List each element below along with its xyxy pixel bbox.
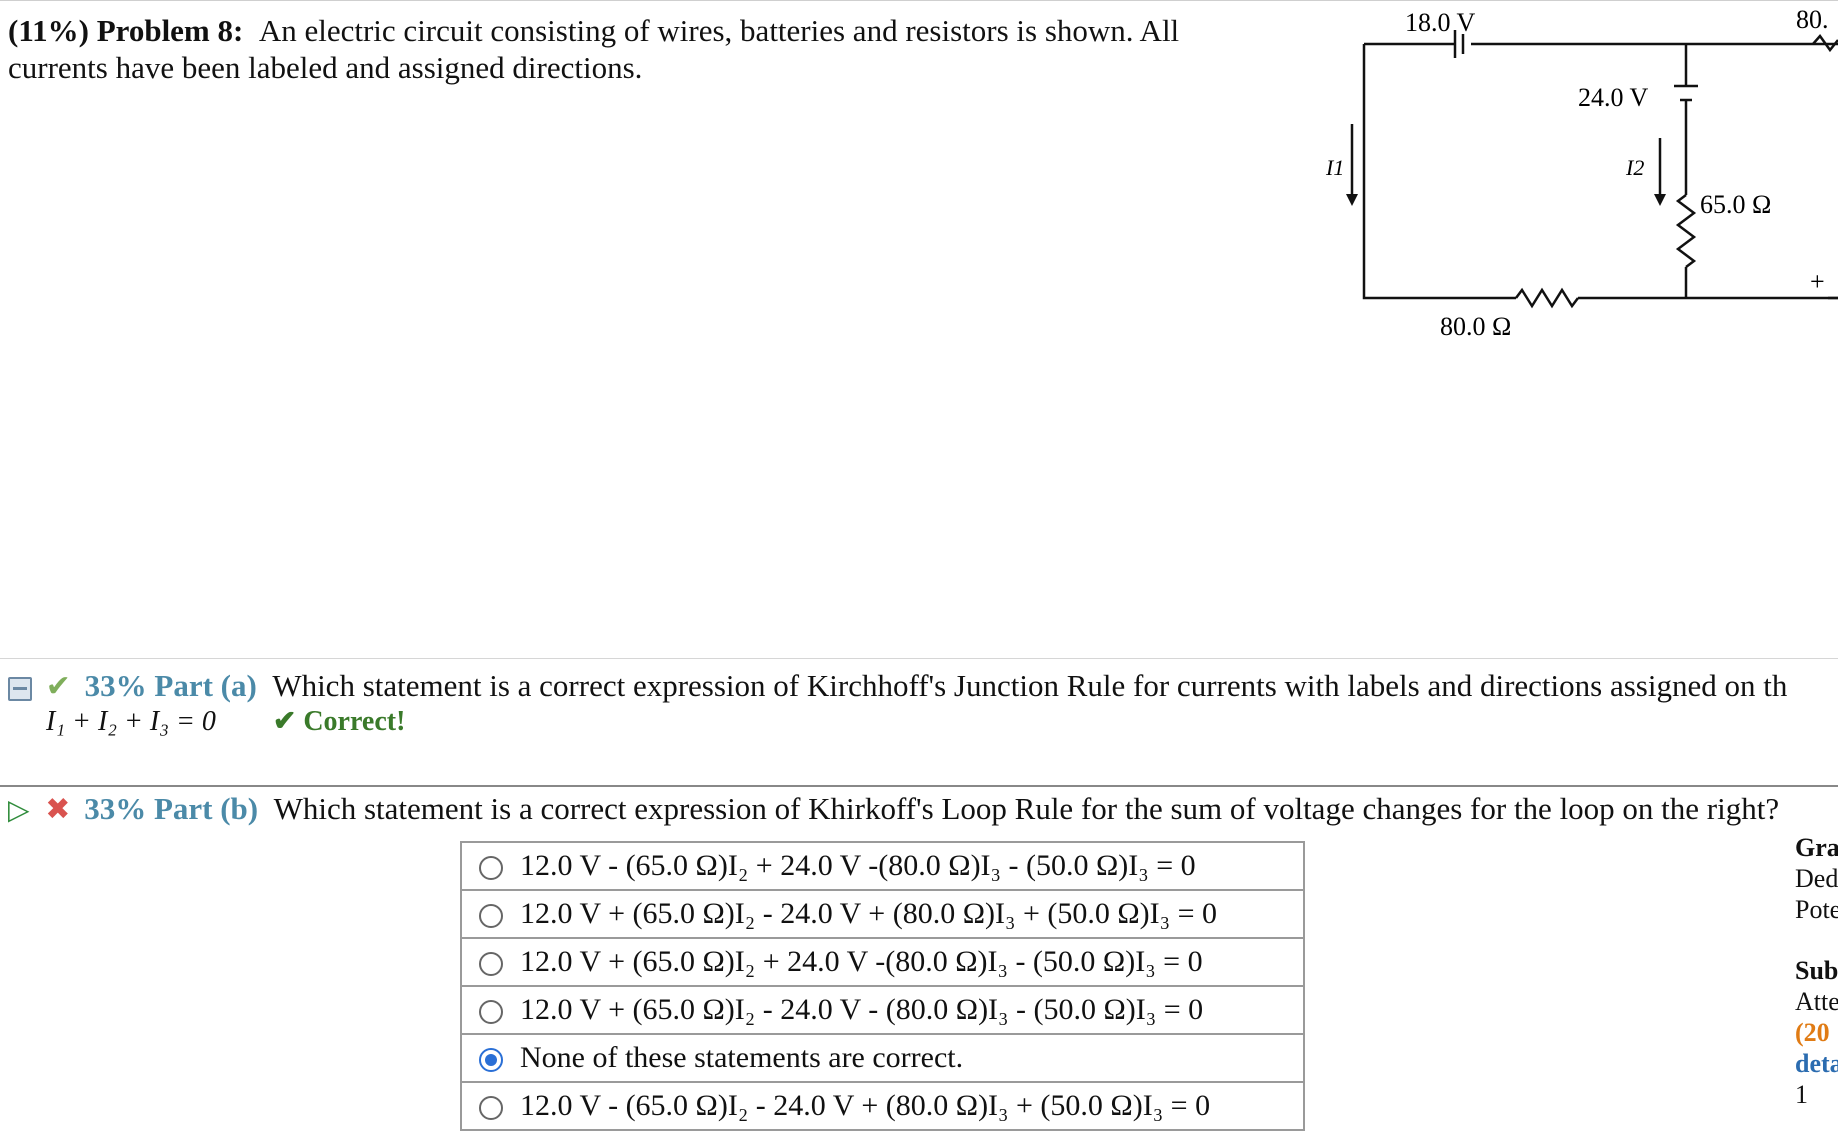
choice-text-2[interactable]: 12.0 V + (65.0 Ω)I₂ - 24.0 V + (80.0 Ω)I… [520,889,1305,939]
choice-list: 12.0 V - (65.0 Ω)I₂ + 24.0 V -(80.0 Ω)I₃… [460,841,1305,1131]
choice-row-3[interactable]: 12.0 V + (65.0 Ω)I₂ + 24.0 V -(80.0 Ω)I₃… [460,937,1305,987]
attempt-count: 1 [1795,1080,1808,1109]
expand-arrow-icon[interactable]: ▷ [8,795,30,826]
choice-row-4[interactable]: 12.0 V + (65.0 Ω)I₂ - 24.0 V - (80.0 Ω)I… [460,985,1305,1035]
problem-statement: (11%) Problem 8: An electric circuit con… [8,12,1243,86]
part-b-percent: 33% [84,791,147,826]
part-a-answer-row: I₁ + I₂ + I₃ = 0 ✔ Correct! [46,705,405,739]
part-a-label: Part (a) [154,668,257,703]
radio-button[interactable] [479,1096,503,1121]
submission-heading: Sub [1795,956,1838,985]
resistor-65-label: 65.0 Ω [1700,190,1771,219]
choice-text-5[interactable]: None of these statements are correct. [520,1033,1305,1083]
current-i2-label: I2 [1625,155,1644,180]
correct-status: ✔ Correct! [272,706,406,737]
choice-text-3[interactable]: 12.0 V + (65.0 Ω)I₂ + 24.0 V -(80.0 Ω)I₃… [520,937,1305,987]
attempts-label: Atte [1795,987,1838,1016]
grading-heading: Gra [1795,833,1838,862]
resistor-80-label: 80.0 Ω [1440,312,1511,340]
part-b-question: Which statement is a correct expression … [273,791,1780,826]
check-icon: ✔ [45,670,71,703]
problem-title: Problem 8: [96,13,244,48]
part-a-divider [0,658,1838,659]
choice-row-5[interactable]: None of these statements are correct. [460,1033,1305,1083]
part-a-percent: 33% [84,668,147,703]
choice-text-6[interactable]: 12.0 V - (65.0 Ω)I₂ - 24.0 V + (80.0 Ω)I… [520,1081,1305,1131]
radio-button[interactable] [479,904,503,929]
choice-row-6[interactable]: 12.0 V - (65.0 Ω)I₂ - 24.0 V + (80.0 Ω)I… [460,1081,1305,1131]
choice-row-1[interactable]: 12.0 V - (65.0 Ω)I₂ + 24.0 V -(80.0 Ω)I₃… [460,841,1305,891]
part-b-divider [0,785,1838,787]
attempts-percent: (20 [1795,1018,1830,1047]
grading-side-panel: Gra Ded Pote Sub Atte (20 deta 1 [1795,832,1838,1110]
circuit-diagram: 18.0 V 80. 24.0 V I1 I2 65.0 Ω 80.0 Ω + [1325,5,1838,340]
voltage-24-label: 24.0 V [1578,83,1649,112]
details-link[interactable]: deta [1795,1048,1838,1079]
problem-percent: (11%) [8,13,89,48]
part-b-label: Part (b) [153,791,259,826]
part-a-answer: I₁ + I₂ + I₃ = 0 [46,706,216,737]
choice-text-1[interactable]: 12.0 V - (65.0 Ω)I₂ + 24.0 V -(80.0 Ω)I₃… [520,841,1305,891]
collapse-icon[interactable] [8,676,32,701]
part-a-question: Which statement is a correct expression … [272,668,1788,703]
radio-button[interactable] [479,952,503,977]
radio-button-selected[interactable] [479,1048,503,1073]
choice-row-2[interactable]: 12.0 V + (65.0 Ω)I₂ - 24.0 V + (80.0 Ω)I… [460,889,1305,939]
wrong-x-icon: ✖ [45,793,71,826]
deduction-label: Ded [1795,864,1838,893]
part-b-header: ▷ ✖ 33% Part (b) Which statement is a co… [8,791,1779,829]
radio-button[interactable] [479,1000,503,1025]
battery-plus-sign: + [1810,267,1825,296]
voltage-80-partial-label: 80. [1796,5,1829,34]
potential-label: Pote [1795,895,1838,924]
current-i1-label: I1 [1325,155,1344,180]
voltage-18-label: 18.0 V [1405,8,1476,37]
part-a-header: ✔ 33% Part (a) Which statement is a corr… [8,668,1787,705]
choice-text-4[interactable]: 12.0 V + (65.0 Ω)I₂ - 24.0 V - (80.0 Ω)I… [520,985,1305,1035]
radio-button[interactable] [479,856,503,881]
